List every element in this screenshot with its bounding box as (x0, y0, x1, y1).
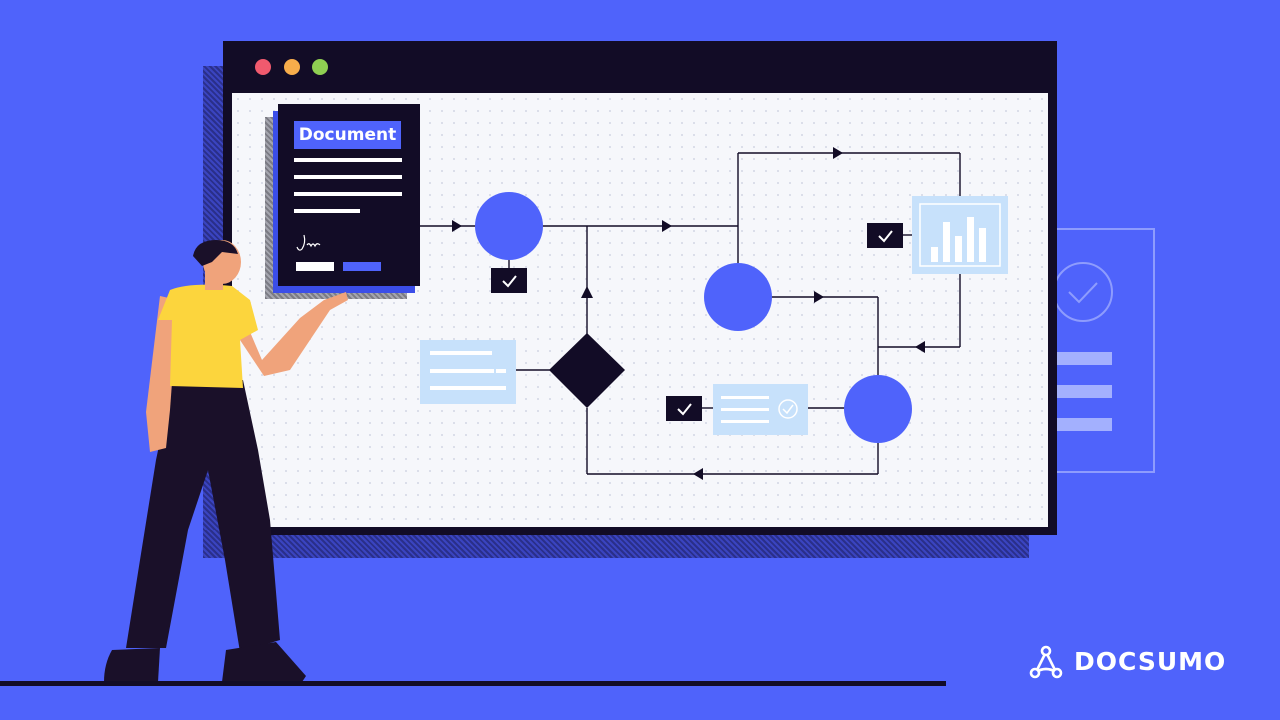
brand-name[interactable]: DOCSUMO (1074, 646, 1226, 678)
docsumo-logo-icon (1029, 645, 1063, 679)
illustration-stage: Document DOCSUMO (0, 0, 1280, 720)
ground-line (0, 681, 946, 686)
person-shirt (158, 284, 258, 388)
person-neck-head (193, 240, 241, 290)
person-illustration (104, 240, 348, 682)
person-arm-right (240, 292, 348, 376)
